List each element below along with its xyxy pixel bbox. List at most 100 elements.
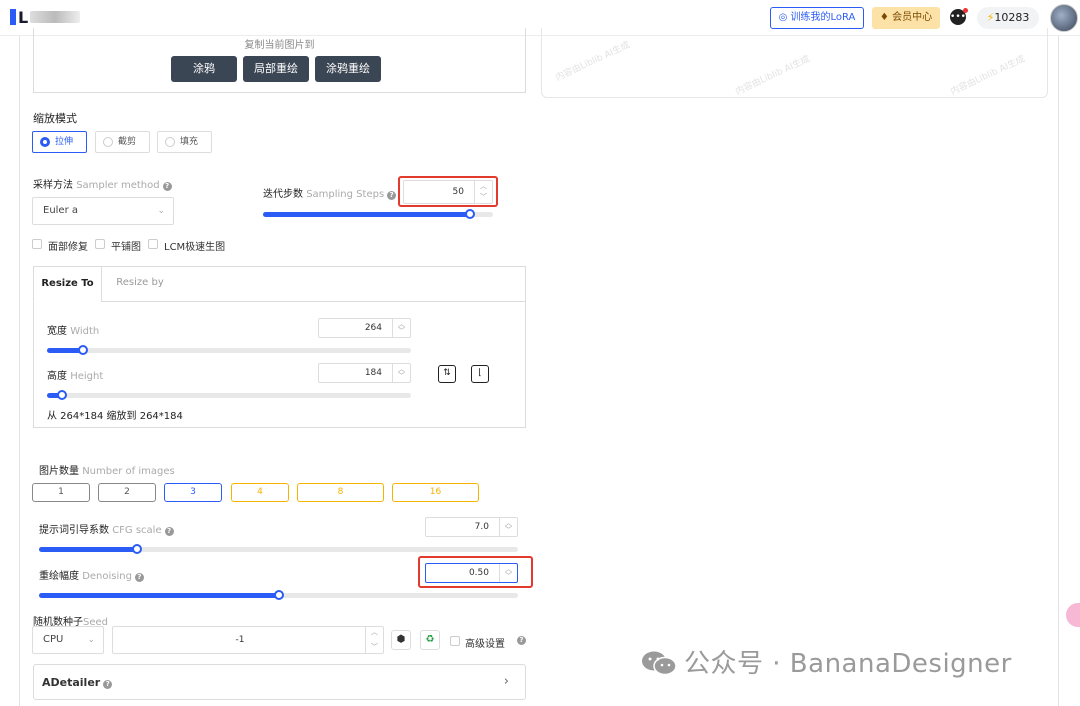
highlight-box-steps (398, 176, 498, 207)
copy-to-inpaint-button[interactable]: 局部重绘 (243, 56, 309, 82)
seed-device-select[interactable]: CPU ⌄ (32, 626, 104, 654)
width-value: 264 (364, 323, 382, 333)
height-hint: Height (70, 371, 104, 382)
cfg-slider[interactable] (39, 544, 518, 554)
help-icon[interactable]: ? (134, 573, 144, 582)
resize-mode-stretch[interactable]: 拉伸 (32, 131, 87, 153)
num-images-option-2[interactable]: 2 (98, 483, 156, 502)
num-images-option-1[interactable]: 1 (32, 483, 90, 502)
slider-handle[interactable] (132, 544, 143, 554)
chevron-right-icon: › (503, 674, 509, 689)
radio-dot (40, 137, 50, 147)
resize-summary: 从 264*184 缩放到 264*184 (47, 411, 183, 422)
height-input[interactable]: 184 ︿ ﹀ (318, 363, 411, 383)
wechat-watermark: 公众号 · BananaDesigner (640, 643, 1012, 680)
denoise-label-text: 重绘幅度 (39, 571, 79, 582)
num-images-option-3[interactable]: 3 (164, 483, 222, 502)
chevron-up-icon[interactable]: ︿ (366, 628, 383, 637)
notification-dot (963, 8, 968, 13)
width-input[interactable]: 264 ︿ ﹀ (318, 318, 411, 338)
shield-icon: ◎ (778, 12, 791, 23)
help-icon[interactable]: ? (162, 182, 172, 191)
panel-border-right (1058, 36, 1059, 706)
copy-to-inpaint-sketch-button[interactable]: 涂鸦重绘 (315, 56, 381, 82)
chevron-down-icon[interactable]: ﹀ (500, 526, 517, 535)
cfg-label-text: 提示词引导系数 (39, 525, 109, 536)
height-value: 184 (364, 368, 382, 378)
help-icon[interactable]: ? (387, 191, 397, 200)
face-restore-label: 面部修复 (48, 242, 88, 253)
width-slider[interactable] (47, 345, 411, 355)
cfg-hint: CFG scale (112, 525, 162, 536)
height-slider[interactable] (47, 390, 411, 400)
preview-watermark: 内容由Liblib AI生成 (554, 40, 632, 84)
slider-handle[interactable] (465, 209, 475, 219)
sampler-hint: Sampler method (76, 180, 160, 191)
copy-to-sketch-button[interactable]: 涂鸦 (171, 56, 237, 82)
logo-text: L (18, 8, 28, 27)
denoise-slider[interactable] (39, 590, 518, 600)
ruler-icon[interactable]: ⌊ (471, 365, 489, 383)
width-hint: Width (70, 326, 100, 337)
adetailer-title: ADetailer? (42, 676, 113, 689)
resize-mode-fill[interactable]: 填充 (157, 131, 212, 153)
advanced-settings-checkbox[interactable] (450, 636, 460, 646)
height-stepper[interactable]: ︿ ﹀ (392, 364, 410, 382)
preview-watermark: 内容由Liblib AI生成 (949, 54, 1027, 98)
help-icon[interactable]: ? (517, 636, 526, 645)
width-stepper[interactable]: ︿ ﹀ (392, 319, 410, 337)
train-lora-button[interactable]: ◎ 训练我的LoRA (770, 7, 864, 29)
panel-border-left (19, 36, 20, 706)
tab-resize-to[interactable]: Resize To (33, 266, 102, 302)
dice-icon[interactable]: ⬢ (391, 630, 411, 650)
cfg-label: 提示词引导系数 CFG scale? (39, 521, 174, 536)
steps-label-text: 迭代步数 (263, 189, 303, 200)
slider-handle[interactable] (56, 390, 67, 400)
help-icon[interactable]: ? (103, 680, 113, 689)
steps-label: 迭代步数 Sampling Steps? (263, 185, 397, 200)
num-images-option-4[interactable]: 4 (231, 483, 289, 502)
cfg-stepper[interactable]: ︿ ﹀ (499, 518, 517, 536)
recycle-icon[interactable]: ♻ (420, 630, 440, 650)
chevron-down-icon[interactable]: ﹀ (366, 643, 383, 652)
vip-center-button[interactable]: ♦ 会员中心 (872, 7, 940, 29)
help-icon[interactable]: ? (164, 527, 174, 536)
width-label: 宽度 Width (47, 322, 99, 337)
tab-divider (34, 301, 525, 302)
adetailer-accordion[interactable]: ADetailer? › (33, 664, 526, 700)
cfg-input[interactable]: 7.0 ︿ ﹀ (425, 517, 518, 537)
credits-badge[interactable]: ⚡10283 (977, 7, 1039, 29)
diamond-icon: ♦ (879, 12, 893, 23)
preview-watermark: 内容由Liblib AI生成 (734, 54, 812, 98)
height-label: 高度 Height (47, 367, 103, 382)
avatar[interactable] (1050, 4, 1078, 32)
credits-value: 10283 (994, 11, 1030, 24)
preview-panel: 内容由Liblib AI生成 内容由Liblib AI生成 内容由Liblib … (541, 28, 1048, 98)
tiling-checkbox[interactable] (95, 239, 105, 249)
chevron-down-icon: ⌄ (157, 206, 165, 216)
steps-slider[interactable] (263, 209, 493, 219)
resize-mode-crop[interactable]: 截剪 (95, 131, 150, 153)
slider-handle[interactable] (273, 590, 284, 600)
sampler-label-text: 采样方法 (33, 180, 73, 191)
seed-input[interactable]: -1 ︿ ﹀ (112, 626, 384, 654)
chevron-down-icon[interactable]: ﹀ (393, 372, 410, 381)
advanced-settings-label: 高级设置 (465, 639, 505, 650)
num-images-option-8[interactable]: 8 (297, 483, 384, 502)
width-label-text: 宽度 (47, 326, 67, 337)
logo[interactable]: L (10, 8, 81, 27)
slider-fill (39, 547, 138, 552)
seed-device-value: CPU (43, 634, 64, 645)
face-restore-checkbox[interactable] (32, 239, 42, 249)
num-images-option-16[interactable]: 16 (392, 483, 479, 502)
chevron-down-icon: ⌄ (87, 635, 95, 645)
floating-assistant-button[interactable] (1066, 603, 1080, 627)
tab-resize-by[interactable]: Resize by (110, 266, 170, 302)
sampler-label: 采样方法 Sampler method? (33, 176, 172, 191)
sampler-select[interactable]: Euler a ⌄ (32, 197, 174, 225)
seed-stepper[interactable]: ︿ ﹀ (365, 627, 383, 653)
chevron-down-icon[interactable]: ﹀ (393, 327, 410, 336)
lcm-checkbox[interactable] (148, 239, 158, 249)
swap-dimensions-icon[interactable]: ⇅ (438, 365, 456, 383)
slider-fill (263, 212, 470, 217)
